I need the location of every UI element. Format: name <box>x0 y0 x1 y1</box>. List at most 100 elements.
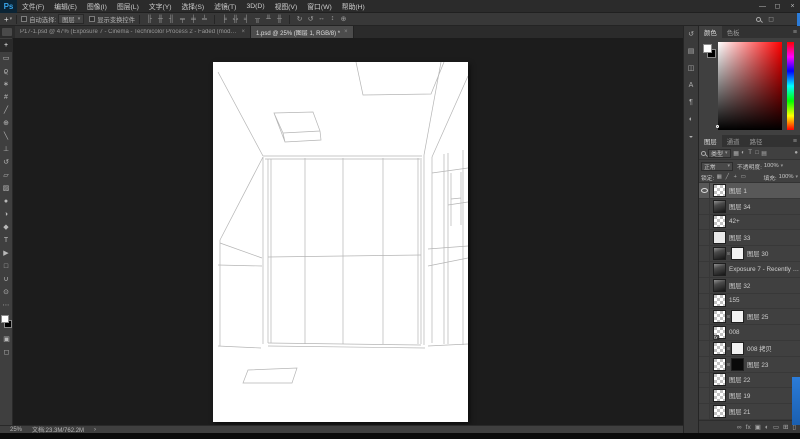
filter-pixel-layers-icon[interactable]: ▦ <box>733 150 740 157</box>
panel-menu-icon[interactable]: ≡ <box>793 135 800 147</box>
color-panel-swatches[interactable] <box>702 43 717 58</box>
menu-3d[interactable]: 3D(D) <box>241 0 269 13</box>
chevron-down-icon[interactable]: ▾ <box>781 163 784 169</box>
visibility-toggle[interactable] <box>699 183 710 198</box>
fill-value[interactable]: 100% <box>779 174 794 180</box>
align-top-edges-icon[interactable]: ╤ <box>177 16 188 23</box>
图层 30[interactable]: 8 fx 图层 30 <box>699 246 800 262</box>
filter-type-layers-icon[interactable]: T <box>747 150 754 157</box>
new-group-button[interactable]: ▭ <box>773 423 779 431</box>
gradient-tool[interactable]: ▨ <box>0 182 13 195</box>
panel-menu-icon[interactable]: ≡ <box>793 26 800 38</box>
history-panel-icon[interactable]: ↺ <box>685 30 697 40</box>
menu-file[interactable]: 文件(F) <box>17 0 49 13</box>
visibility-toggle[interactable] <box>699 373 710 388</box>
align-vertical-centers-icon[interactable]: ╪ <box>188 16 199 23</box>
visibility-toggle[interactable] <box>699 388 710 403</box>
图层 22[interactable]: 8 fx 图层 22 <box>699 373 800 389</box>
new-layer-button[interactable]: ⊞ <box>783 423 788 431</box>
visibility-toggle[interactable] <box>699 246 710 261</box>
155[interactable]: 8 fx 155 <box>699 294 800 310</box>
layer-mask-thumbnail[interactable] <box>731 310 744 323</box>
图层 1[interactable]: 8 fx 图层 1 <box>699 183 800 199</box>
status-options-arrow-icon[interactable]: › <box>94 427 96 433</box>
rectangular-marquee-tool[interactable]: ▭ <box>0 52 13 65</box>
menu-filter[interactable]: 滤镜(T) <box>209 0 241 13</box>
distribute-bottom-icon[interactable]: ╡ <box>241 16 252 23</box>
visibility-toggle[interactable] <box>699 404 710 419</box>
distribute-horizontal-icon[interactable]: ╨ <box>263 16 274 23</box>
menu-view[interactable]: 视图(V) <box>270 0 303 13</box>
type-tool[interactable]: T <box>0 234 13 247</box>
quick-mask-button[interactable]: ▣ <box>0 333 13 346</box>
layer-thumbnail[interactable] <box>713 405 726 418</box>
properties-panel-icon[interactable]: ▤ <box>685 47 697 57</box>
add-layer-mask-button[interactable]: ▣ <box>755 423 761 431</box>
screen-mode-button[interactable]: ◻ <box>0 346 13 359</box>
pen-tool[interactable]: ◆ <box>0 221 13 234</box>
layer-thumbnail[interactable] <box>713 215 726 228</box>
distribute-vertical-icon[interactable]: ╬ <box>230 16 241 23</box>
brush-tool[interactable]: ╲ <box>0 130 13 143</box>
history-brush-tool[interactable]: ↺ <box>0 156 13 169</box>
filter-smart-objects-icon[interactable]: ▤ <box>761 150 768 157</box>
link-layers-button[interactable]: ∞ <box>737 424 742 431</box>
图层 25[interactable]: 8 fx 图层 25 <box>699 309 800 325</box>
lock-image-pixels-icon[interactable]: ╱ <box>724 174 730 180</box>
document-tab-1[interactable]: P17-1.psd @ 47% (Exposure 7 - Cinema - T… <box>15 26 251 38</box>
layer-mask-thumbnail[interactable] <box>731 358 744 371</box>
3d-scale-icon[interactable]: ⊕ <box>338 15 349 23</box>
hue-slider[interactable] <box>787 42 794 130</box>
menu-help[interactable]: 帮助(H) <box>337 0 370 13</box>
clone-stamp-tool[interactable]: ⊥ <box>0 143 13 156</box>
blur-tool[interactable]: ● <box>0 195 13 208</box>
foreground-color-swatch[interactable] <box>703 44 712 53</box>
adjustments-panel-icon[interactable]: ◐ <box>685 115 697 125</box>
menu-edit[interactable]: 编辑(E) <box>49 0 82 13</box>
menu-type[interactable]: 文字(Y) <box>144 0 177 13</box>
filter-shape-layers-icon[interactable]: □ <box>754 150 761 157</box>
blend-mode-dropdown[interactable]: 正常 ▾ <box>701 162 733 171</box>
eyedropper-tool[interactable]: ╱ <box>0 104 13 117</box>
visibility-toggle[interactable] <box>699 294 710 309</box>
canvas-area[interactable] <box>13 38 683 425</box>
minimize-button[interactable]: — <box>755 0 770 13</box>
info-panel-icon[interactable]: ◫ <box>685 64 697 74</box>
layer-mask-thumbnail[interactable] <box>731 247 744 260</box>
lasso-tool[interactable]: ϱ <box>0 65 13 78</box>
auto-select-dropdown[interactable]: 图层 ▾ <box>58 14 84 24</box>
path-selection-tool[interactable]: ▶ <box>0 247 13 260</box>
paragraph-panel-icon[interactable]: ¶ <box>685 98 697 108</box>
layer-thumbnail[interactable] <box>713 263 726 276</box>
图层 32[interactable]: 8 fx 图层 32 <box>699 278 800 294</box>
workspace-switcher-icon[interactable]: ◻ <box>768 15 774 23</box>
tool-preset-caret-icon[interactable]: ▾ <box>10 16 13 22</box>
distribute-left-icon[interactable]: ╥ <box>252 16 263 23</box>
healing-brush-tool[interactable]: ⊕ <box>0 117 13 130</box>
visibility-toggle[interactable] <box>699 325 710 340</box>
menu-window[interactable]: 窗口(W) <box>302 0 337 13</box>
visibility-toggle[interactable] <box>699 262 710 277</box>
layer-thumbnail[interactable] <box>713 294 726 307</box>
quick-selection-tool[interactable]: ∗ <box>0 78 13 91</box>
auto-select-checkbox[interactable] <box>21 16 27 22</box>
restore-button[interactable]: ◻ <box>770 0 785 13</box>
visibility-toggle[interactable] <box>699 230 710 245</box>
layer-thumbnail[interactable] <box>713 200 726 213</box>
008[interactable]: 8 fx 008 <box>699 325 800 341</box>
008 拷贝[interactable]: 8 fx 008 拷贝 <box>699 341 800 357</box>
lock-transparent-pixels-icon[interactable]: ▦ <box>716 174 722 180</box>
layer-style-button[interactable]: fx <box>746 424 751 431</box>
visibility-toggle[interactable] <box>699 278 710 293</box>
show-transform-checkbox[interactable] <box>89 16 95 22</box>
close-button[interactable]: × <box>785 0 800 13</box>
close-tab-icon[interactable]: × <box>241 29 245 35</box>
filter-adjustment-layers-icon[interactable]: ◐ <box>740 150 747 157</box>
new-adjustment-layer-button[interactable]: ◐ <box>765 424 769 431</box>
图层 19[interactable]: 8 fx 图层 19 <box>699 388 800 404</box>
layer-thumbnail[interactable] <box>713 358 726 371</box>
layer-mask-thumbnail[interactable] <box>731 342 744 355</box>
3d-slide-icon[interactable]: ↕ <box>327 15 338 23</box>
visibility-toggle[interactable] <box>699 341 710 356</box>
saturation-brightness-picker[interactable] <box>718 42 782 130</box>
